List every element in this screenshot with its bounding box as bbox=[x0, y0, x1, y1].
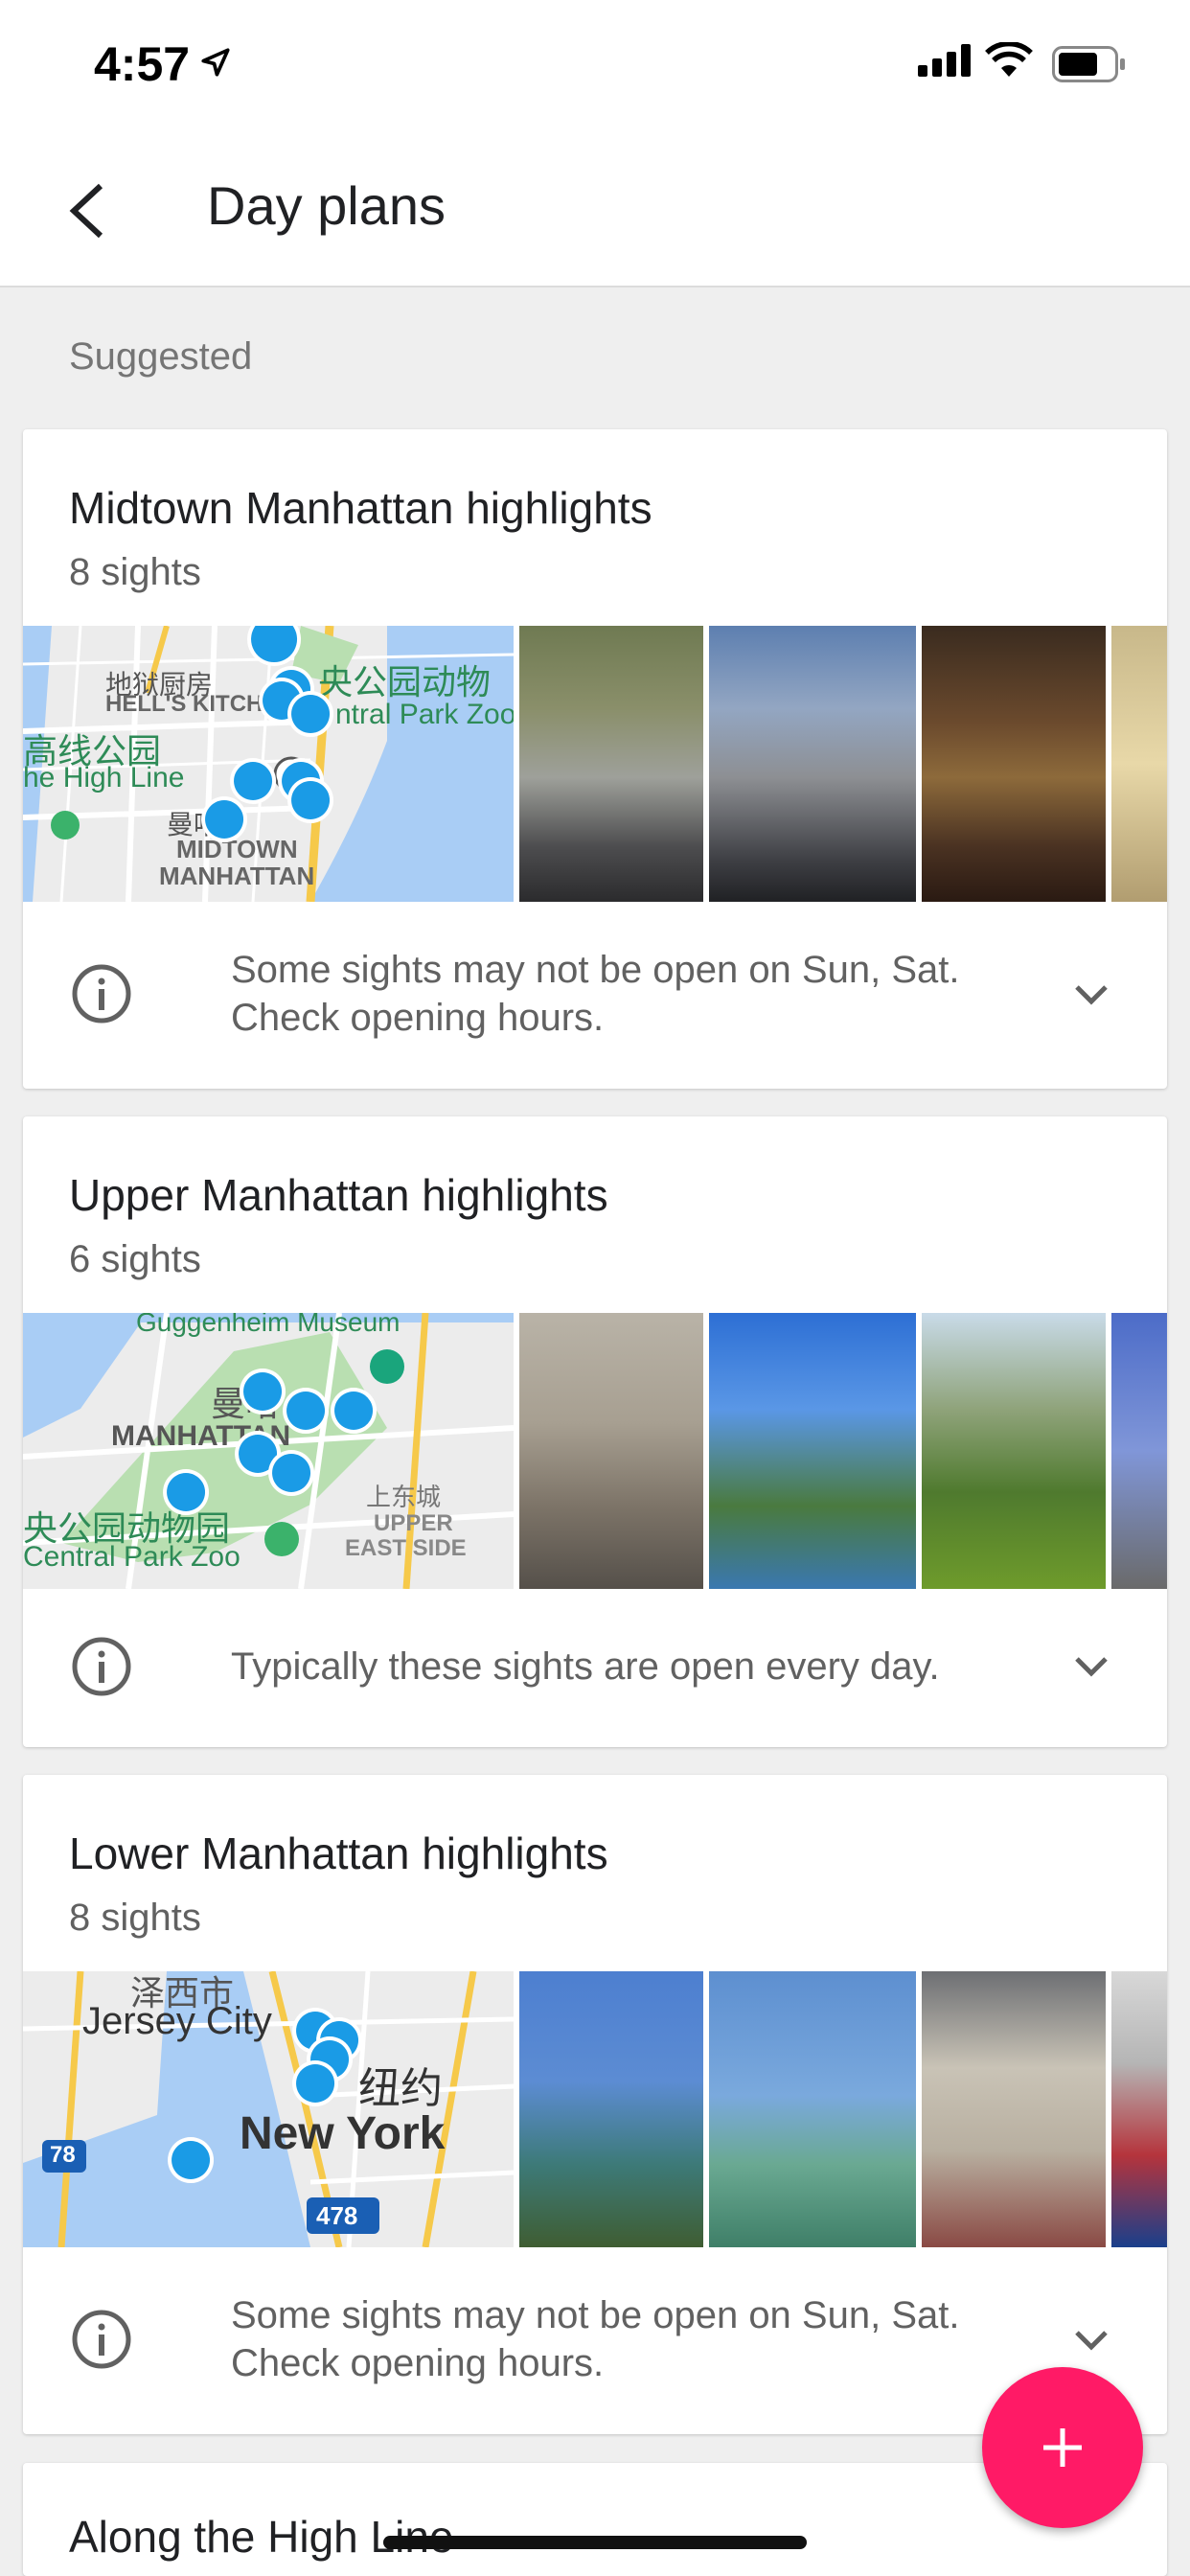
section-label-suggested: Suggested bbox=[69, 335, 253, 378]
photo-library-room[interactable] bbox=[922, 626, 1106, 902]
map-thumbnail[interactable]: 地狱厨房 HELL'S KITCHEN 央公园动物 ntral Park Zoo… bbox=[23, 626, 514, 902]
chevron-down-icon[interactable] bbox=[1067, 1643, 1115, 1690]
opening-hours-text: Some sights may not be open on Sun, Sat.… bbox=[231, 949, 960, 1039]
map-pins bbox=[201, 666, 334, 842]
opening-hours-row[interactable]: Typically these sights are open every da… bbox=[23, 1589, 1167, 1747]
cellular-signal-icon bbox=[918, 44, 971, 77]
status-time: 4:57 bbox=[94, 37, 191, 91]
day-plan-card-upper[interactable]: Upper Manhattan highlights 6 sights Gugg… bbox=[23, 1116, 1167, 1747]
battery-icon bbox=[1052, 46, 1125, 82]
photo-museum-hall[interactable] bbox=[519, 1313, 703, 1589]
card-sight-count: 8 sights bbox=[69, 1897, 201, 1939]
map-pins bbox=[168, 2008, 363, 2183]
map-thumbnail[interactable]: Guggenheim Museum 曼哈 MANHATTAN 上东城 UPPER… bbox=[23, 1313, 514, 1589]
info-icon bbox=[72, 1637, 131, 1696]
media-strip[interactable]: 泽西市 Jersey City 纽约 New York 78 478 bbox=[23, 1971, 1167, 2247]
photo-statue-of-liberty[interactable] bbox=[709, 1971, 916, 2247]
opening-hours-row[interactable]: Some sights may not be open on Sun, Sat.… bbox=[23, 902, 1167, 1089]
card-title: Upper Manhattan highlights bbox=[69, 1170, 608, 1220]
location-arrow-icon bbox=[201, 48, 230, 77]
plus-icon bbox=[1043, 2428, 1082, 2467]
info-icon bbox=[72, 2310, 131, 2369]
photo-central-park-trees[interactable] bbox=[922, 1313, 1106, 1589]
chevron-left-icon bbox=[69, 183, 103, 239]
info-icon bbox=[72, 964, 131, 1024]
photo-grand-central[interactable] bbox=[519, 626, 703, 902]
photo-chrysler-building[interactable] bbox=[709, 626, 916, 902]
add-plan-button[interactable] bbox=[982, 2367, 1143, 2528]
day-plan-card-midtown[interactable]: Midtown Manhattan highlights 8 sights 地狱… bbox=[23, 429, 1167, 1089]
opening-hours-text: Typically these sights are open every da… bbox=[231, 1645, 940, 1688]
status-bar: 4:57 bbox=[0, 0, 1190, 134]
app-bar: Day plans bbox=[0, 134, 1190, 288]
home-indicator[interactable] bbox=[383, 2536, 807, 2549]
media-strip[interactable]: Guggenheim Museum 曼哈 MANHATTAN 上东城 UPPER… bbox=[23, 1313, 1167, 1589]
chevron-down-icon[interactable] bbox=[1067, 971, 1115, 1019]
day-plan-card-lower[interactable]: Lower Manhattan highlights 8 sights 泽西市 … bbox=[23, 1775, 1167, 2434]
card-title: Midtown Manhattan highlights bbox=[69, 483, 652, 533]
photo-tower-building[interactable] bbox=[519, 1971, 703, 2247]
chevron-down-icon[interactable] bbox=[1067, 2316, 1115, 2364]
map-pins bbox=[163, 1368, 378, 1515]
media-strip[interactable]: 地狱厨房 HELL'S KITCHEN 央公园动物 ntral Park Zoo… bbox=[23, 626, 1167, 902]
card-title: Lower Manhattan highlights bbox=[69, 1828, 608, 1878]
card-sight-count: 6 sights bbox=[69, 1238, 201, 1280]
card-sight-count: 8 sights bbox=[69, 551, 201, 593]
map-thumbnail[interactable]: 泽西市 Jersey City 纽约 New York 78 478 bbox=[23, 1971, 514, 2247]
photo-bethesda-fountain[interactable] bbox=[709, 1313, 916, 1589]
photo-wall-street[interactable] bbox=[1111, 1971, 1167, 2247]
photo-federal-hall[interactable] bbox=[922, 1971, 1106, 2247]
back-button[interactable] bbox=[48, 172, 125, 249]
photo-castle[interactable] bbox=[1111, 1313, 1167, 1589]
opening-hours-text: Some sights may not be open on Sun, Sat.… bbox=[231, 2294, 960, 2384]
wifi-icon bbox=[985, 42, 1033, 77]
page-title: Day plans bbox=[207, 175, 446, 236]
photo-building-facade[interactable] bbox=[1111, 626, 1167, 902]
